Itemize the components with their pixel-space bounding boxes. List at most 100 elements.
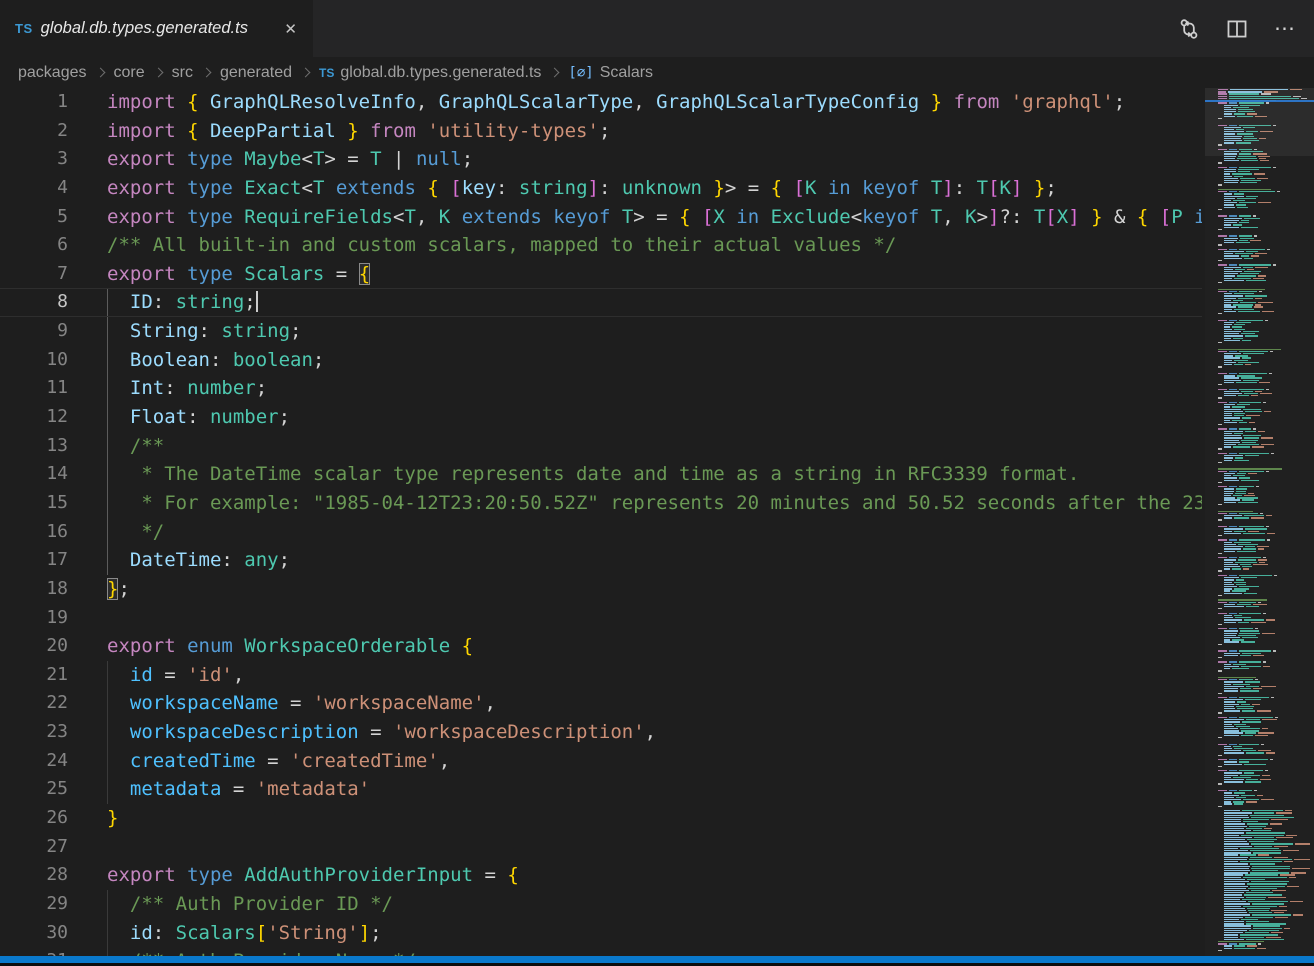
line-number[interactable]: 15 <box>0 489 68 518</box>
code-line-9[interactable]: 9 String: string; <box>0 317 1202 346</box>
line-number[interactable]: 20 <box>0 632 68 661</box>
vscode-window: TS global.db.types.generated.ts ✕ <box>0 0 1314 966</box>
line-number[interactable]: 10 <box>0 346 68 375</box>
line-number[interactable]: 11 <box>0 374 68 403</box>
breadcrumb: packages core src generated TSglobal.db.type… <box>0 57 1314 88</box>
line-number[interactable]: 14 <box>0 460 68 489</box>
line-number[interactable]: 22 <box>0 689 68 718</box>
line-number[interactable]: 12 <box>0 403 68 432</box>
code-text: DateTime: any; <box>107 546 290 575</box>
code-line-16[interactable]: 16 */ <box>0 518 1202 547</box>
breadcrumb-item-core[interactable]: core <box>114 64 145 82</box>
code-line-15[interactable]: 15 * For example: "1985-04-12T23:20:50.5… <box>0 489 1202 518</box>
code-line-21[interactable]: 21 id = 'id', <box>0 661 1202 690</box>
line-number[interactable]: 16 <box>0 518 68 547</box>
minimap-slider[interactable] <box>1205 88 1314 156</box>
line-number[interactable]: 30 <box>0 919 68 948</box>
code-line-19[interactable]: 19 <box>0 604 1202 633</box>
code-line-5[interactable]: 5export type RequireFields<T, K extends … <box>0 203 1202 232</box>
breadcrumb-item-packages[interactable]: packages <box>18 64 87 82</box>
code-line-26[interactable]: 26} <box>0 804 1202 833</box>
code-text: metadata = 'metadata' <box>107 775 370 804</box>
line-number[interactable]: 29 <box>0 890 68 919</box>
code-line-31[interactable]: 31 /** Auth Provider Name */ <box>0 947 1202 956</box>
editor[interactable]: 1 import { GraphQLResolveInfo, GraphQLSca… <box>0 88 1314 956</box>
code-line-1[interactable]: 1 import { GraphQLResolveInfo, GraphQLSca… <box>0 88 1202 117</box>
code-line-4[interactable]: 4 export type Exact<T extends { [key: str… <box>0 174 1202 203</box>
code-line-27[interactable]: 27 <box>0 833 1202 862</box>
line-number[interactable]: 31 <box>0 947 68 956</box>
breadcrumb-item-generated[interactable]: generated <box>220 64 292 82</box>
close-icon[interactable]: ✕ <box>280 18 301 40</box>
code-text: import { GraphQLResolveInfo, GraphQLScal… <box>107 88 1125 117</box>
chevron-right-icon <box>301 68 311 78</box>
code-line-23[interactable]: 23 workspaceDescription = 'workspaceDesc… <box>0 718 1202 747</box>
code-text: /** Auth Provider ID */ <box>107 890 393 919</box>
line-number[interactable]: 24 <box>0 747 68 776</box>
code-text: export type AddAuthProviderInput = { <box>107 861 519 890</box>
code-line-28[interactable]: 28 export type AddAuthProviderInput = { <box>0 861 1202 890</box>
chevron-right-icon <box>153 68 163 78</box>
line-number[interactable]: 13 <box>0 432 68 461</box>
code-text: workspaceName = 'workspaceName', <box>107 689 496 718</box>
code-text: String: string; <box>107 317 302 346</box>
code-line-11[interactable]: 11 Int: number; <box>0 374 1202 403</box>
code-line-14[interactable]: 14 * The DateTime scalar type represents… <box>0 460 1202 489</box>
line-number[interactable]: 19 <box>0 604 68 633</box>
line-number[interactable]: 3 <box>0 145 68 174</box>
line-number[interactable]: 5 <box>0 203 68 232</box>
code-text: Boolean: boolean; <box>107 346 324 375</box>
chevron-right-icon <box>202 68 212 78</box>
line-number[interactable]: 21 <box>0 661 68 690</box>
tab-title: global.db.types.generated.ts <box>41 19 271 38</box>
line-number[interactable]: 17 <box>0 546 68 575</box>
line-number[interactable]: 6 <box>0 231 68 260</box>
code-text: workspaceDescription = 'workspaceDescrip… <box>107 718 656 747</box>
open-changes-icon[interactable] <box>1178 18 1200 40</box>
code-line-2[interactable]: 2import { DeepPartial } from 'utility-ty… <box>0 117 1202 146</box>
breadcrumb-item-src[interactable]: src <box>172 64 193 82</box>
code-line-18[interactable]: 18}; <box>0 575 1202 604</box>
line-number[interactable]: 23 <box>0 718 68 747</box>
line-number[interactable]: 25 <box>0 775 68 804</box>
line-number[interactable]: 4 <box>0 174 68 203</box>
editor-actions: ⋯ <box>1178 0 1296 57</box>
code-text: Float: number; <box>107 403 290 432</box>
symbol-type-icon: [∅] <box>568 65 593 81</box>
line-number[interactable]: 18 <box>0 575 68 604</box>
more-actions-icon[interactable]: ⋯ <box>1274 16 1296 41</box>
line-number[interactable]: 28 <box>0 861 68 890</box>
line-number[interactable]: 26 <box>0 804 68 833</box>
code-line-8[interactable]: 8 ID: string; <box>0 288 1202 317</box>
line-number[interactable]: 27 <box>0 833 68 862</box>
code-line-7[interactable]: 7export type Scalars = { <box>0 260 1202 289</box>
code-line-30[interactable]: 30 id: Scalars['String']; <box>0 919 1202 948</box>
line-number[interactable]: 1 <box>0 88 68 117</box>
code-line-10[interactable]: 10 Boolean: boolean; <box>0 346 1202 375</box>
line-number[interactable]: 7 <box>0 260 68 289</box>
tab-global-db-types-generated[interactable]: TS global.db.types.generated.ts ✕ <box>0 0 313 57</box>
code-text: /** <box>107 432 164 461</box>
line-number[interactable]: 2 <box>0 117 68 146</box>
breadcrumb-item-scalars[interactable]: [∅]Scalars <box>568 64 653 82</box>
code-line-12[interactable]: 12 Float: number; <box>0 403 1202 432</box>
minimap[interactable] <box>1205 88 1314 956</box>
code-line-22[interactable]: 22 workspaceName = 'workspaceName', <box>0 689 1202 718</box>
code-line-3[interactable]: 3export type Maybe<T> = T | null; <box>0 145 1202 174</box>
code-line-25[interactable]: 25 metadata = 'metadata' <box>0 775 1202 804</box>
code-line-29[interactable]: 29 /** Auth Provider ID */ <box>0 890 1202 919</box>
code-text: /** All built-in and custom scalars, map… <box>107 231 896 260</box>
breadcrumb-item-global-db-types-generated-ts[interactable]: TSglobal.db.types.generated.ts <box>319 64 541 82</box>
code-text: Int: number; <box>107 374 267 403</box>
code-line-17[interactable]: 17 DateTime: any; <box>0 546 1202 575</box>
line-number[interactable]: 9 <box>0 317 68 346</box>
code-text: export type Exact<T extends { [key: stri… <box>107 174 1057 203</box>
code-line-13[interactable]: 13 /** <box>0 432 1202 461</box>
split-editor-icon[interactable] <box>1226 18 1248 40</box>
code-text: export enum WorkspaceOrderable { <box>107 632 473 661</box>
code-line-24[interactable]: 24 createdTime = 'createdTime', <box>0 747 1202 776</box>
code-line-6[interactable]: 6 /** All built-in and custom scalars, ma… <box>0 231 1202 260</box>
chevron-right-icon <box>95 68 105 78</box>
line-number[interactable]: 8 <box>0 288 68 317</box>
code-line-20[interactable]: 20 export enum WorkspaceOrderable { <box>0 632 1202 661</box>
